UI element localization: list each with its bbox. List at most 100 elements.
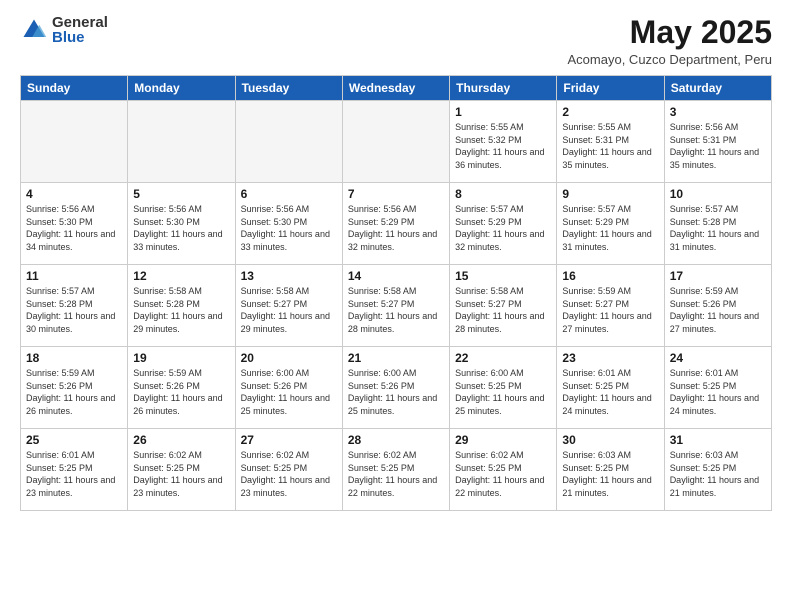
day-number: 28 (348, 433, 444, 447)
day-info: Sunrise: 6:02 AMSunset: 5:25 PMDaylight:… (241, 449, 337, 499)
calendar-cell: 9 Sunrise: 5:57 AMSunset: 5:29 PMDaylight… (557, 183, 664, 265)
day-number: 13 (241, 269, 337, 283)
logo-blue-text: Blue (52, 30, 108, 45)
calendar-cell: 29 Sunrise: 6:02 AMSunset: 5:25 PMDayligh… (450, 429, 557, 511)
day-number: 2 (562, 105, 658, 119)
day-info: Sunrise: 6:00 AMSunset: 5:26 PMDaylight:… (348, 367, 444, 417)
calendar-cell (21, 101, 128, 183)
weekday-header-row: Sunday Monday Tuesday Wednesday Thursday… (21, 76, 772, 101)
calendar-cell: 16 Sunrise: 5:59 AMSunset: 5:27 PMDayligh… (557, 265, 664, 347)
header-thursday: Thursday (450, 76, 557, 101)
day-info: Sunrise: 5:56 AMSunset: 5:29 PMDaylight:… (348, 203, 444, 253)
week-row-5: 25 Sunrise: 6:01 AMSunset: 5:25 PMDayligh… (21, 429, 772, 511)
day-info: Sunrise: 6:02 AMSunset: 5:25 PMDaylight:… (133, 449, 229, 499)
day-number: 20 (241, 351, 337, 365)
header-sunday: Sunday (21, 76, 128, 101)
logo: General Blue (20, 15, 108, 45)
calendar-cell: 23Sunrise: 6:01 AMSunset: 5:25 PMDayligh… (557, 347, 664, 429)
day-info: Sunrise: 5:57 AMSunset: 5:29 PMDaylight:… (455, 203, 551, 253)
calendar-cell: 6 Sunrise: 5:56 AMSunset: 5:30 PMDaylight… (235, 183, 342, 265)
header-wednesday: Wednesday (342, 76, 449, 101)
calendar-cell: 5Sunrise: 5:56 AMSunset: 5:30 PMDaylight… (128, 183, 235, 265)
day-info: Sunrise: 5:57 AMSunset: 5:29 PMDaylight:… (562, 203, 658, 253)
day-number: 22 (455, 351, 551, 365)
header-friday: Friday (557, 76, 664, 101)
day-number: 12 (133, 269, 229, 283)
day-info: Sunrise: 5:56 AMSunset: 5:30 PMDaylight:… (133, 203, 229, 253)
calendar-cell (342, 101, 449, 183)
month-title: May 2025 (568, 15, 772, 50)
day-info: Sunrise: 5:58 AMSunset: 5:27 PMDaylight:… (348, 285, 444, 335)
header: General Blue May 2025 Acomayo, Cuzco Dep… (20, 15, 772, 67)
title-block: May 2025 Acomayo, Cuzco Department, Peru (568, 15, 772, 67)
day-number: 25 (26, 433, 122, 447)
calendar-cell: 4Sunrise: 5:56 AMSunset: 5:30 PMDaylight… (21, 183, 128, 265)
day-number: 17 (670, 269, 766, 283)
calendar-cell: 28 Sunrise: 6:02 AMSunset: 5:25 PMDayligh… (342, 429, 449, 511)
calendar-cell: 22 Sunrise: 6:00 AMSunset: 5:25 PMDayligh… (450, 347, 557, 429)
day-number: 26 (133, 433, 229, 447)
day-info: Sunrise: 5:59 AMSunset: 5:26 PMDaylight:… (26, 367, 122, 417)
day-info: Sunrise: 5:59 AMSunset: 5:26 PMDaylight:… (133, 367, 229, 417)
day-number: 14 (348, 269, 444, 283)
calendar-cell: 20 Sunrise: 6:00 AMSunset: 5:26 PMDayligh… (235, 347, 342, 429)
day-info: Sunrise: 5:58 AMSunset: 5:28 PMDaylight:… (133, 285, 229, 335)
day-info: Sunrise: 5:59 AMSunset: 5:27 PMDaylight:… (562, 285, 658, 335)
day-info: Sunrise: 5:56 AMSunset: 5:31 PMDaylight:… (670, 121, 766, 171)
calendar-cell: 8 Sunrise: 5:57 AMSunset: 5:29 PMDaylight… (450, 183, 557, 265)
week-row-3: 11Sunrise: 5:57 AMSunset: 5:28 PMDayligh… (21, 265, 772, 347)
calendar-cell: 18Sunrise: 5:59 AMSunset: 5:26 PMDayligh… (21, 347, 128, 429)
day-info: Sunrise: 5:59 AMSunset: 5:26 PMDaylight:… (670, 285, 766, 335)
day-number: 7 (348, 187, 444, 201)
week-row-2: 4 Sunrise: 5:56 AMSunset: 5:30 PMDaylight… (21, 183, 772, 265)
calendar-cell: 12 Sunrise: 5:58 AMSunset: 5:28 PMDayligh… (128, 265, 235, 347)
calendar-cell: 10 Sunrise: 5:57 AMSunset: 5:28 PMDayligh… (664, 183, 771, 265)
calendar-cell: 31 Sunrise: 6:03 AMSunset: 5:25 PMDayligh… (664, 429, 771, 511)
calendar-cell: 2Sunrise: 5:55 AMSunset: 5:31 PMDaylight… (557, 101, 664, 183)
calendar-cell: 24 Sunrise: 6:01 AMSunset: 5:25 PMDayligh… (664, 347, 771, 429)
day-info: Sunrise: 6:00 AMSunset: 5:25 PMDaylight:… (455, 367, 551, 417)
page: General Blue May 2025 Acomayo, Cuzco Dep… (0, 0, 792, 612)
week-row-4: 18Sunrise: 5:59 AMSunset: 5:26 PMDayligh… (21, 347, 772, 429)
day-info: Sunrise: 5:56 AMSunset: 5:30 PMDaylight:… (241, 203, 337, 253)
calendar-cell: 11Sunrise: 5:57 AMSunset: 5:28 PMDayligh… (21, 265, 128, 347)
logo-icon (20, 16, 48, 44)
calendar-cell: 25 Sunrise: 6:01 AMSunset: 5:25 PMDayligh… (21, 429, 128, 511)
day-number: 6 (241, 187, 337, 201)
calendar-cell (128, 101, 235, 183)
day-number: 16 (562, 269, 658, 283)
calendar-cell: 21Sunrise: 6:00 AMSunset: 5:26 PMDayligh… (342, 347, 449, 429)
day-info: Sunrise: 5:58 AMSunset: 5:27 PMDaylight:… (241, 285, 337, 335)
day-info: Sunrise: 6:01 AMSunset: 5:25 PMDaylight:… (26, 449, 122, 499)
calendar-cell (235, 101, 342, 183)
day-info: Sunrise: 6:01 AMSunset: 5:25 PMDaylight:… (670, 367, 766, 417)
day-info: Sunrise: 5:57 AMSunset: 5:28 PMDaylight:… (26, 285, 122, 335)
logo-general-text: General (52, 15, 108, 30)
day-number: 27 (241, 433, 337, 447)
day-info: Sunrise: 5:58 AMSunset: 5:27 PMDaylight:… (455, 285, 551, 335)
calendar-cell: 13 Sunrise: 5:58 AMSunset: 5:27 PMDayligh… (235, 265, 342, 347)
day-info: Sunrise: 6:03 AMSunset: 5:25 PMDaylight:… (562, 449, 658, 499)
day-info: Sunrise: 6:00 AMSunset: 5:26 PMDaylight:… (241, 367, 337, 417)
day-number: 9 (562, 187, 658, 201)
day-number: 10 (670, 187, 766, 201)
day-info: Sunrise: 6:02 AMSunset: 5:25 PMDaylight:… (348, 449, 444, 499)
calendar-cell: 15Sunrise: 5:58 AMSunset: 5:27 PMDayligh… (450, 265, 557, 347)
day-info: Sunrise: 6:03 AMSunset: 5:25 PMDaylight:… (670, 449, 766, 499)
calendar-cell: 19Sunrise: 5:59 AMSunset: 5:26 PMDayligh… (128, 347, 235, 429)
calendar-cell: 3 Sunrise: 5:56 AMSunset: 5:31 PMDaylight… (664, 101, 771, 183)
calendar-table: Sunday Monday Tuesday Wednesday Thursday… (20, 75, 772, 511)
calendar-cell: 1Sunrise: 5:55 AMSunset: 5:32 PMDaylight… (450, 101, 557, 183)
week-row-1: 1Sunrise: 5:55 AMSunset: 5:32 PMDaylight… (21, 101, 772, 183)
day-info: Sunrise: 6:02 AMSunset: 5:25 PMDaylight:… (455, 449, 551, 499)
day-number: 3 (670, 105, 766, 119)
day-info: Sunrise: 5:57 AMSunset: 5:28 PMDaylight:… (670, 203, 766, 253)
day-number: 31 (670, 433, 766, 447)
calendar-cell: 30Sunrise: 6:03 AMSunset: 5:25 PMDayligh… (557, 429, 664, 511)
day-number: 4 (26, 187, 122, 201)
day-number: 24 (670, 351, 766, 365)
day-number: 8 (455, 187, 551, 201)
logo-text: General Blue (52, 15, 108, 45)
day-number: 29 (455, 433, 551, 447)
day-number: 1 (455, 105, 551, 119)
